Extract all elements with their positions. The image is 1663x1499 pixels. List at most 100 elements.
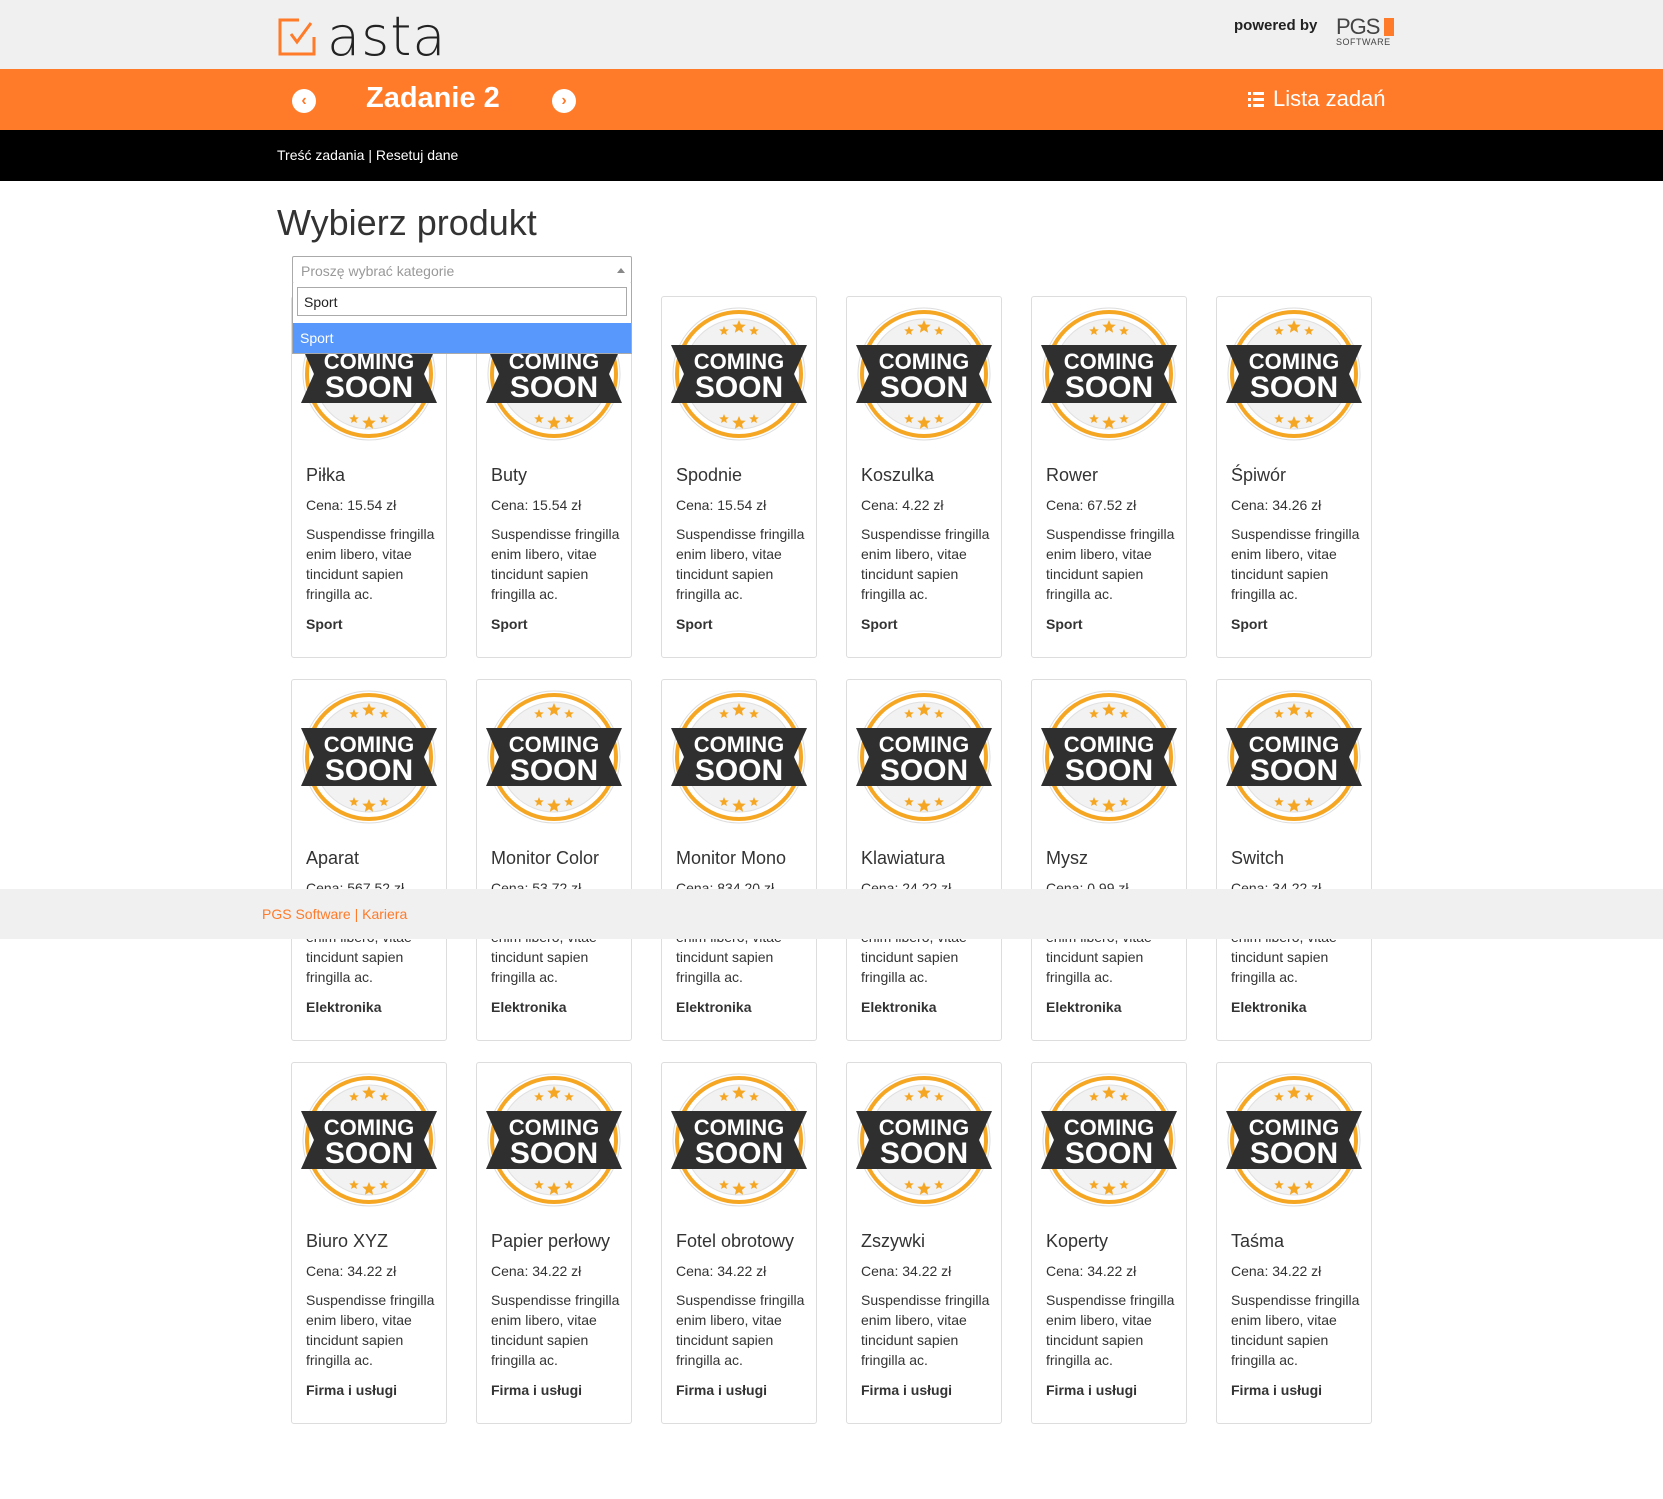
task-title: Zadanie 2 [366,82,500,114]
prev-task-button[interactable]: ‹ [292,89,316,113]
category-dropdown: Sport [292,283,632,354]
pgs-logo-sub: SOFTWARE [1336,37,1391,47]
task-bar: ‹ Zadanie 2 › Lista zadań [0,69,1663,130]
task-content-link[interactable]: Treść zadania [277,147,364,163]
asta-logo[interactable]: asta [277,10,447,64]
product-category: Sport [861,616,898,632]
category-select-placeholder: Proszę wybrać kategorie [301,263,455,279]
product-category: Elektronika [1231,999,1307,1015]
product-description: Suspendisse fringilla enim libero, vitae… [861,1292,990,1368]
product-card[interactable]: COMING SOON Rower Cena: 67.52 zł Suspend… [1031,296,1187,658]
product-name: Switch [1231,848,1285,868]
badge-bottom-text: SOON [695,371,783,404]
product-card[interactable]: COMING SOON Monitor Color Cena: 53.72 zł… [476,679,632,1041]
footer: PGS Software | Kariera [0,889,1663,939]
badge-bottom-text: SOON [510,1137,598,1170]
reset-data-link[interactable]: Resetuj dane [376,147,459,163]
product-description: Suspendisse fringilla enim libero, vitae… [491,1292,620,1368]
badge-bottom-text: SOON [325,371,413,404]
product-card[interactable]: COMING SOON Aparat Cena: 567.52 zł Suspe… [291,679,447,1041]
product-category: Firma i usługi [676,1382,768,1398]
product-name: Monitor Mono [676,848,787,868]
product-description: Suspendisse fringilla enim libero, vitae… [1231,1292,1360,1368]
product-name: Biuro XYZ [306,1231,389,1251]
product-name: Papier perłowy [491,1231,611,1251]
badge-bottom-text: SOON [695,1137,783,1170]
logo-checkbox-icon [277,17,317,57]
sub-nav: Treść zadania | Resetuj dane [0,130,1663,181]
coming-soon-badge-image: COMING SOON [855,305,993,443]
coming-soon-badge-image: COMING SOON [485,688,623,826]
product-name: Aparat [306,848,360,868]
pgs-logo-block [1384,18,1394,36]
product-price: Cena: 34.22 zł [1046,1263,1137,1279]
task-list-label: Lista zadań [1273,86,1386,111]
product-card[interactable]: COMING SOON Taśma Cena: 34.22 zł Suspend… [1216,1062,1372,1424]
product-name: Fotel obrotowy [676,1231,795,1251]
product-name: Piłka [306,465,346,485]
powered-by-label: powered by [1234,17,1318,34]
product-category: Firma i usługi [1046,1382,1138,1398]
product-card[interactable]: COMING SOON Mysz Cena: 0.99 zł Suspendis… [1031,679,1187,1041]
coming-soon-badge-image: COMING SOON [670,305,808,443]
top-header: asta powered by PGS SOFTWARE [0,0,1663,69]
chevron-left-icon: ‹ [301,92,307,109]
product-name: Taśma [1231,1231,1285,1251]
badge-bottom-text: SOON [325,754,413,787]
pgs-software-logo[interactable]: PGS SOFTWARE [1336,14,1394,47]
product-card[interactable]: COMING SOON Fotel obrotowy Cena: 34.22 z… [661,1062,817,1424]
list-icon [1248,91,1264,107]
coming-soon-badge-image: COMING SOON [855,1071,993,1209]
caret-up-icon [617,268,625,273]
product-card[interactable]: COMING SOON Klawiatura Cena: 24.22 zł Su… [846,679,1002,1041]
product-card[interactable]: COMING SOON Koperty Cena: 34.22 zł Suspe… [1031,1062,1187,1424]
coming-soon-badge-image: COMING SOON [670,688,808,826]
badge-bottom-text: SOON [325,1137,413,1170]
coming-soon-badge-image: COMING SOON [300,1071,438,1209]
product-card[interactable]: COMING SOON Monitor Mono Cena: 834.20 zł… [661,679,817,1041]
product-category: Elektronika [861,999,937,1015]
badge-bottom-text: SOON [1250,371,1338,404]
footer-career-link[interactable]: Kariera [362,906,407,922]
category-search-input[interactable] [297,287,627,316]
product-price: Cena: 34.22 zł [676,1263,767,1279]
product-price: Cena: 34.22 zł [1231,1263,1322,1279]
category-option-sport[interactable]: Sport [293,323,631,353]
product-category: Elektronika [491,999,567,1015]
category-select[interactable]: Proszę wybrać kategorie [292,256,632,284]
product-card[interactable]: COMING SOON Spodnie Cena: 15.54 zł Suspe… [661,296,817,658]
badge-bottom-text: SOON [695,754,783,787]
product-card[interactable]: COMING SOON Switch Cena: 34.22 zł Suspen… [1216,679,1372,1041]
next-task-button[interactable]: › [552,89,576,113]
product-price: Cena: 15.54 zł [306,497,397,513]
product-card[interactable]: COMING SOON Papier perłowy Cena: 34.22 z… [476,1062,632,1424]
product-description: Suspendisse fringilla enim libero, vitae… [306,526,435,602]
product-category: Firma i usługi [306,1382,398,1398]
product-card[interactable]: COMING SOON Koszulka Cena: 4.22 zł Suspe… [846,296,1002,658]
footer-company-link[interactable]: PGS Software [262,906,351,922]
product-name: Koperty [1046,1231,1109,1251]
badge-bottom-text: SOON [880,1137,968,1170]
product-category: Firma i usługi [861,1382,953,1398]
product-description: Suspendisse fringilla enim libero, vitae… [861,526,990,602]
product-name: Klawiatura [861,848,946,868]
product-name: Spodnie [676,465,743,485]
badge-bottom-text: SOON [1250,754,1338,787]
footer-separator: | [354,906,359,922]
badge-bottom-text: SOON [880,371,968,404]
product-category: Firma i usługi [491,1382,583,1398]
badge-bottom-text: SOON [510,754,598,787]
product-price: Cena: 34.22 zł [306,1263,397,1279]
product-description: Suspendisse fringilla enim libero, vitae… [1046,526,1175,602]
product-card[interactable]: COMING SOON Zszywki Cena: 34.22 zł Suspe… [846,1062,1002,1424]
product-price: Cena: 4.22 zł [861,497,944,513]
product-card[interactable]: COMING SOON Biuro XYZ Cena: 34.22 zł Sus… [291,1062,447,1424]
badge-bottom-text: SOON [510,371,598,404]
product-card[interactable]: COMING SOON Śpiwór Cena: 34.26 zł Suspen… [1216,296,1372,658]
product-category: Elektronika [676,999,752,1015]
coming-soon-badge-image: COMING SOON [1040,1071,1178,1209]
product-price: Cena: 34.22 zł [491,1263,582,1279]
task-list-link[interactable]: Lista zadań [1248,86,1386,112]
product-name: Śpiwór [1231,465,1287,485]
badge-bottom-text: SOON [880,754,968,787]
